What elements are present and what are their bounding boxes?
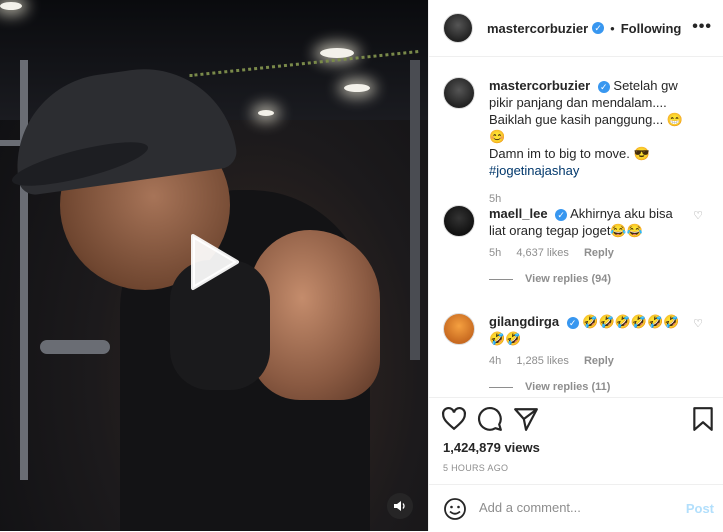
replies-divider [489, 386, 513, 388]
comment-bubble-icon[interactable] [477, 406, 503, 432]
verified-badge-icon: ✓ [566, 316, 579, 329]
comment-time: 4h [489, 355, 502, 367]
caption-text: mastercorbuzier ✓ Setelah gw pikir panja… [489, 77, 689, 179]
comment-input[interactable] [477, 499, 671, 516]
view-replies-button[interactable]: View replies (11) [489, 381, 713, 393]
comment-meta: 5h 4,637 likes Reply [489, 247, 713, 259]
comment-item: gilangdirga ✓ 🤣🤣🤣🤣🤣🤣🤣🤣 ♡ 4h 1,285 likes … [443, 313, 713, 393]
caption-username[interactable]: mastercorbuzier [489, 78, 590, 93]
view-replies-label: View replies (94) [525, 273, 612, 285]
comment-like-heart-icon[interactable]: ♡ [693, 317, 703, 330]
comment-meta: 4h 1,285 likes Reply [489, 355, 713, 367]
post-side-panel: mastercorbuzier ✓ • Following ••• master… [428, 0, 723, 531]
verified-badge-icon: ✓ [555, 208, 568, 221]
post-header: mastercorbuzier ✓ • Following ••• [429, 0, 723, 57]
comment-text: maell_lee ✓ Akhirnya aku bisa liat orang… [489, 205, 689, 239]
view-replies-button[interactable]: View replies (94) [489, 273, 713, 285]
reply-button[interactable]: Reply [584, 355, 614, 367]
comment-likes[interactable]: 4,637 likes [516, 247, 569, 259]
ceiling-light [344, 84, 370, 92]
caption-time: 5h [489, 193, 502, 205]
comment-username[interactable]: maell_lee [489, 206, 548, 221]
avatar[interactable] [443, 77, 475, 109]
more-options-icon[interactable]: ••• [692, 18, 712, 36]
avatar[interactable] [443, 313, 475, 345]
heart-icon[interactable] [441, 406, 467, 432]
speaker-glyph [394, 501, 405, 511]
replies-divider [489, 278, 513, 280]
gym-rack [20, 60, 28, 480]
comment-username[interactable]: gilangdirga [489, 314, 559, 329]
ceiling-light [0, 2, 22, 10]
play-icon[interactable] [183, 232, 243, 292]
bookmark-icon[interactable] [690, 406, 716, 432]
caption-meta: 5h [489, 193, 713, 205]
avatar[interactable] [443, 13, 473, 43]
post-timestamp[interactable]: 5 HOURS AGO [443, 463, 508, 473]
caption-line-2: Damn im to big to move. 😎 [489, 146, 650, 161]
reply-button[interactable]: Reply [584, 247, 614, 259]
gym-rack [410, 60, 420, 360]
add-comment-bar: Post [429, 484, 723, 532]
video-player[interactable] [0, 0, 428, 531]
view-count[interactable]: 1,424,879 views [443, 440, 540, 455]
caption: mastercorbuzier ✓ Setelah gw pikir panja… [443, 77, 713, 205]
comment-text: gilangdirga ✓ 🤣🤣🤣🤣🤣🤣🤣🤣 [489, 313, 689, 347]
comment-like-heart-icon[interactable]: ♡ [693, 209, 703, 222]
gym-rack [40, 340, 110, 354]
hashtag-link[interactable]: #jogetinajashay [489, 163, 579, 178]
ceiling-light [258, 110, 274, 116]
comment-time: 5h [489, 247, 502, 259]
comment-likes[interactable]: 1,285 likes [516, 355, 569, 367]
post-comment-button[interactable]: Post [686, 501, 714, 516]
comments-list[interactable]: mastercorbuzier ✓ Setelah gw pikir panja… [429, 57, 723, 397]
comment-item: maell_lee ✓ Akhirnya aku bisa liat orang… [443, 205, 713, 285]
smiley-icon[interactable] [443, 497, 467, 521]
avatar[interactable] [443, 205, 475, 237]
speaker-icon[interactable] [387, 493, 413, 519]
separator-dot: • [610, 20, 615, 36]
verified-badge-icon: ✓ [597, 80, 610, 93]
following-button[interactable]: Following [621, 21, 682, 36]
author-username[interactable]: mastercorbuzier [487, 21, 588, 36]
verified-badge-icon: ✓ [592, 22, 605, 34]
view-replies-label: View replies (11) [525, 381, 611, 393]
action-bar [429, 397, 723, 438]
paper-plane-icon[interactable] [513, 406, 539, 432]
